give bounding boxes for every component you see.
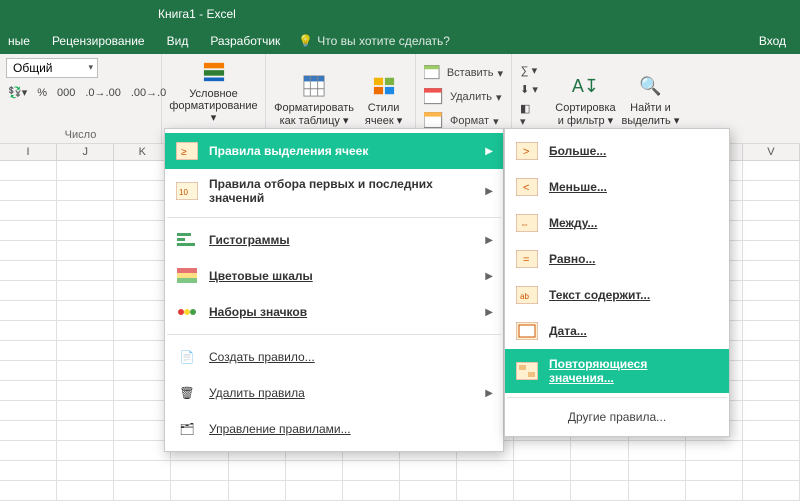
delete-button[interactable]: Удалить ▾ <box>422 86 505 108</box>
cell-styles-button[interactable]: Стилиячеек ▾ <box>358 72 409 126</box>
between-icon: ⇔ <box>515 213 539 233</box>
svg-text:ab: ab <box>520 292 529 301</box>
submenu-arrow-icon: ▶ <box>485 146 493 157</box>
highlight-cells-icon: ≥ <box>175 141 199 161</box>
data-bars-icon <box>175 230 199 250</box>
submenu-duplicate-values[interactable]: Повторяющиеся значения... <box>505 349 729 393</box>
format-as-table-icon <box>300 72 328 100</box>
insert-icon <box>424 64 443 82</box>
chevron-down-icon: ▾ <box>88 62 93 73</box>
svg-text:≥: ≥ <box>181 147 187 158</box>
group-label-number: Число <box>6 127 155 141</box>
equal-icon: = <box>515 249 539 269</box>
less-than-icon: < <box>515 177 539 197</box>
login-link[interactable]: Вход <box>759 34 786 48</box>
submenu-arrow-icon: ▶ <box>485 307 493 318</box>
menu-top-bottom-rules[interactable]: 10 Правила отбора первых и последних зна… <box>165 169 503 213</box>
insert-button[interactable]: Вставить ▾ <box>422 62 505 84</box>
number-format-value: Общий <box>13 61 53 75</box>
find-select-button[interactable]: 🔍 Найти ивыделить ▾ <box>621 72 680 126</box>
autosum-button[interactable]: ∑ ▾ <box>519 62 539 79</box>
clear-button[interactable]: ◧ ▾ <box>518 100 540 130</box>
comma-button[interactable]: 000 <box>55 84 77 101</box>
number-format-combo[interactable]: Общий ▾ <box>6 58 98 78</box>
increase-decimal-button[interactable]: .0→.00 <box>83 84 122 101</box>
fill-button[interactable]: ⬇ ▾ <box>518 81 540 98</box>
svg-text:>: > <box>523 146 529 158</box>
bulb-icon: 💡 <box>298 34 313 48</box>
new-rule-icon: 📄 <box>175 347 199 367</box>
menu-icon-sets[interactable]: Наборы значков ▶ <box>165 294 503 330</box>
color-scales-icon <box>175 266 199 286</box>
submenu-less-than[interactable]: < Меньше... <box>505 169 729 205</box>
submenu-arrow-icon: ▶ <box>485 235 493 246</box>
submenu-greater-than[interactable]: > Больше... <box>505 133 729 169</box>
col-header[interactable]: I <box>0 144 57 160</box>
duplicate-values-icon <box>515 361 539 381</box>
col-header[interactable]: K <box>114 144 171 160</box>
svg-text:<: < <box>523 182 529 194</box>
manage-rules-icon: 🗂 <box>175 419 199 439</box>
col-header[interactable]: V <box>743 144 800 160</box>
submenu-arrow-icon: ▶ <box>485 186 493 197</box>
menu-new-rule[interactable]: 📄 Создать правило... <box>165 339 503 375</box>
icon-sets-icon <box>175 302 199 322</box>
menu-clear-rules[interactable]: 🗑 Удалить правила ▶ <box>165 375 503 411</box>
sort-filter-icon: A↧ <box>571 72 599 100</box>
submenu-between[interactable]: ⇔ Между... <box>505 205 729 241</box>
text-contains-icon: ab <box>515 285 539 305</box>
currency-button[interactable]: 💱▾ <box>6 84 29 101</box>
highlight-cells-submenu: > Больше... < Меньше... ⇔ Между... = Рав… <box>504 128 730 437</box>
ribbon-tabs: ные Рецензирование Вид Разработчик 💡 Что… <box>0 28 800 54</box>
menu-color-scales[interactable]: Цветовые шкалы ▶ <box>165 258 503 294</box>
window-title: Книга1 - Excel <box>158 7 236 21</box>
delete-icon <box>424 88 446 106</box>
cell-styles-icon <box>370 72 398 100</box>
submenu-arrow-icon: ▶ <box>485 388 493 399</box>
tab-data[interactable]: ные <box>4 30 34 52</box>
tab-developer[interactable]: Разработчик <box>206 30 284 52</box>
percent-button[interactable]: % <box>35 84 49 101</box>
find-icon: 🔍 <box>636 72 664 100</box>
conditional-format-menu: ≥ Правила выделения ячеек ▶ 10 Правила о… <box>164 128 504 452</box>
menu-data-bars[interactable]: Гистограммы ▶ <box>165 222 503 258</box>
submenu-arrow-icon: ▶ <box>485 271 493 282</box>
top-bottom-icon: 10 <box>175 181 199 201</box>
date-icon <box>515 321 539 341</box>
submenu-more-rules[interactable]: Другие правила... <box>505 402 729 432</box>
svg-text:⇔: ⇔ <box>520 219 529 229</box>
tab-review[interactable]: Рецензирование <box>48 30 149 52</box>
format-as-table-button[interactable]: Форматироватькак таблицу ▾ <box>272 72 356 126</box>
menu-highlight-cells-rules[interactable]: ≥ Правила выделения ячеек ▶ <box>165 133 503 169</box>
col-header[interactable]: J <box>57 144 114 160</box>
menu-manage-rules[interactable]: 🗂 Управление правилами... <box>165 411 503 447</box>
submenu-text-contains[interactable]: ab Текст содержит... <box>505 277 729 313</box>
tell-me[interactable]: 💡 Что вы хотите сделать? <box>298 34 450 48</box>
sort-filter-button[interactable]: A↧ Сортировкаи фильтр ▾ <box>552 72 619 126</box>
tab-view[interactable]: Вид <box>163 30 193 52</box>
svg-text:=: = <box>523 254 529 266</box>
svg-text:10: 10 <box>179 188 188 197</box>
submenu-date[interactable]: Дата... <box>505 313 729 349</box>
clear-rules-icon: 🗑 <box>175 383 199 403</box>
conditional-formatting-button[interactable]: Условноеформатирование ▾ <box>168 58 259 124</box>
conditional-formatting-icon <box>200 58 228 86</box>
titlebar: Книга1 - Excel <box>0 0 800 28</box>
tell-me-label: Что вы хотите сделать? <box>317 34 450 48</box>
submenu-equal-to[interactable]: = Равно... <box>505 241 729 277</box>
group-number: Общий ▾ 💱▾ % 000 .0→.00 .00→.0 Число <box>0 54 162 143</box>
greater-than-icon: > <box>515 141 539 161</box>
